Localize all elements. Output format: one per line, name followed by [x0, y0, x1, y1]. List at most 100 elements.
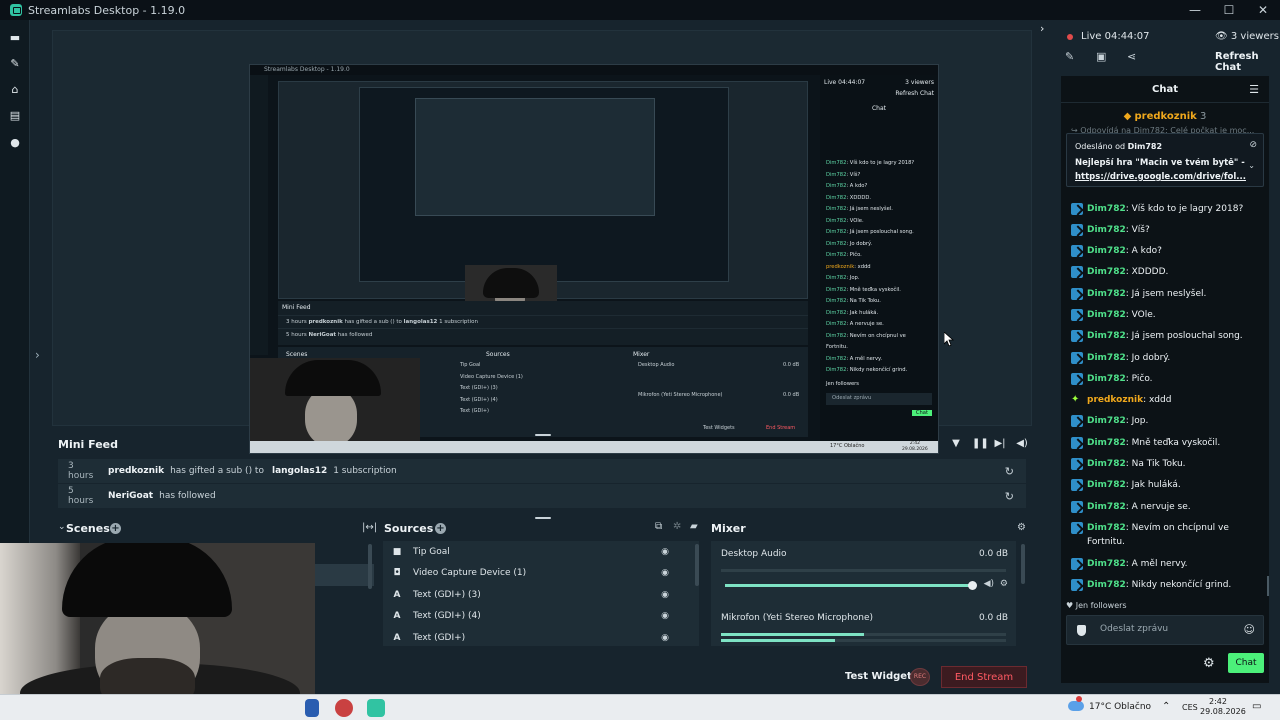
- mini-chat-user: Dim782: [826, 240, 847, 247]
- chat-username[interactable]: Dim782: [1087, 416, 1126, 426]
- chat-username[interactable]: Dim782: [1087, 459, 1126, 469]
- reply-link[interactable]: https://drive.google.com/drive/fol...: [1075, 172, 1247, 182]
- eye-icon[interactable]: ◉: [661, 590, 669, 600]
- add-scene-button[interactable]: +: [110, 523, 121, 534]
- chat-username[interactable]: Dim782: [1087, 267, 1126, 277]
- chat-username[interactable]: Dim782: [1087, 310, 1126, 320]
- prime-badge-icon: [1071, 202, 1083, 215]
- source-settings-icon[interactable]: ✲: [673, 521, 681, 532]
- replay-icon[interactable]: ↻: [1005, 490, 1014, 503]
- tray-chevron-icon[interactable]: ⌃: [1162, 701, 1170, 712]
- streamlabs-taskbar-icon[interactable]: [367, 699, 385, 717]
- skip-icon[interactable]: ▶|: [994, 437, 1006, 451]
- emoji-icon[interactable]: ☺: [1244, 623, 1255, 636]
- chat-text: Já jsem neslyšel.: [1131, 288, 1207, 299]
- themes-icon[interactable]: ✎: [9, 58, 21, 70]
- chat-username[interactable]: Dim782: [1087, 353, 1126, 363]
- refresh-chat-button[interactable]: Refresh Chat: [1215, 51, 1280, 73]
- notification-icon[interactable]: ▭: [1252, 701, 1261, 712]
- taskbar-clock[interactable]: 2:42 29.08.2026: [1200, 697, 1246, 717]
- window-title: Streamlabs Desktop - 1.19.0: [28, 3, 186, 17]
- taskbar-weather[interactable]: 17°C Oblačno: [1089, 702, 1151, 712]
- end-stream-button[interactable]: End Stream: [941, 666, 1027, 688]
- add-source-button[interactable]: +: [435, 523, 446, 534]
- title-bar: Streamlabs Desktop - 1.19.0 — ☐ ✕: [0, 0, 1280, 20]
- rec-button[interactable]: REC: [910, 668, 930, 686]
- volume-slider-knob[interactable]: [968, 581, 977, 590]
- eye-icon[interactable]: ◉: [661, 633, 669, 643]
- chat-username[interactable]: Dim782: [1087, 225, 1126, 235]
- maximize-button[interactable]: ☐: [1212, 0, 1246, 20]
- edit-icon[interactable]: ✎: [1065, 50, 1074, 63]
- chat-settings-gear-icon[interactable]: ⚙: [1203, 656, 1215, 671]
- sources-scrollbar[interactable]: [695, 544, 699, 586]
- filter-icon[interactable]: ▼: [950, 437, 962, 451]
- chat-username[interactable]: Dim782: [1087, 374, 1126, 384]
- taskbar-app-icon[interactable]: [305, 699, 319, 717]
- eye-icon[interactable]: ◉: [661, 611, 669, 621]
- feed-target[interactable]: langolas12: [272, 466, 327, 476]
- chat-scrollbar[interactable]: [1267, 576, 1269, 596]
- layout-icon[interactable]: ▤: [9, 110, 21, 122]
- obs-record-icon[interactable]: [335, 699, 353, 717]
- mixer-settings-gear-icon[interactable]: ⚙: [1017, 522, 1026, 533]
- chat-username[interactable]: Dim782: [1087, 246, 1126, 256]
- mute-icon[interactable]: ◀): [984, 579, 994, 589]
- pinned-user-name[interactable]: predkoznik: [1135, 111, 1197, 122]
- source-item[interactable]: A Text (GDI+) ◉: [383, 627, 699, 649]
- replay-icon[interactable]: ↻: [1005, 465, 1014, 478]
- minimize-button[interactable]: —: [1178, 0, 1212, 20]
- chat-username[interactable]: Dim782: [1087, 204, 1126, 214]
- chat-username[interactable]: Dim782: [1087, 331, 1126, 341]
- test-widgets-button[interactable]: Test Widgets: [845, 671, 918, 682]
- chat-users-icon[interactable]: ☰: [1249, 83, 1259, 96]
- mini-source-item: Text (GDI+) (4): [460, 396, 498, 403]
- collapse-chevron-icon[interactable]: ⌄: [58, 522, 66, 532]
- expand-chevron-icon[interactable]: ›: [35, 348, 40, 362]
- chat-username[interactable]: Dim782: [1087, 480, 1126, 490]
- chat-username[interactable]: Dim782: [1087, 438, 1126, 448]
- collapse-chevron-icon[interactable]: ›: [1040, 22, 1044, 35]
- source-item[interactable]: ■ Tip Goal ◉: [383, 541, 699, 563]
- feed-user[interactable]: NeriGoat: [108, 491, 153, 501]
- reply-from-user[interactable]: Dim782: [1128, 142, 1162, 151]
- eye-icon[interactable]: ◉: [661, 568, 669, 578]
- source-item[interactable]: A Text (GDI+) (3) ◉: [383, 584, 699, 606]
- chat-username[interactable]: Dim782: [1087, 289, 1126, 299]
- chevron-down-icon[interactable]: ⌄: [1248, 161, 1255, 170]
- folder-icon[interactable]: ▰: [690, 521, 698, 532]
- chat-username[interactable]: Dim782: [1087, 580, 1126, 590]
- chat-input[interactable]: Odeslat zprávu ☺: [1066, 615, 1264, 645]
- eye-icon[interactable]: ◉: [661, 547, 669, 557]
- chat-username[interactable]: Dim782: [1087, 523, 1126, 533]
- store-icon[interactable]: ⌂: [9, 84, 21, 96]
- chat-send-button[interactable]: Chat: [1228, 653, 1264, 673]
- volume-icon[interactable]: ◀): [1016, 437, 1028, 451]
- stream-preview[interactable]: Streamlabs Desktop - 1.19.0 Mini Feed 3 …: [52, 30, 1032, 454]
- taskbar-language[interactable]: CES: [1182, 703, 1198, 712]
- play-icon[interactable]: ●: [9, 137, 21, 149]
- popout-icon[interactable]: ▣: [1096, 50, 1106, 63]
- channel-gear-icon[interactable]: ⚙: [1000, 579, 1008, 589]
- volume-slider[interactable]: [725, 581, 977, 590]
- chat-username[interactable]: Dim782: [1087, 502, 1126, 512]
- pause-icon[interactable]: ❚❚: [972, 437, 989, 451]
- mixer-scrollbar[interactable]: [1021, 544, 1025, 584]
- mini-chat-lines: Dim782: Víš kdo to je lagry 2018? Dim782…: [820, 158, 938, 377]
- studio-icon[interactable]: ▬: [9, 32, 21, 44]
- scenes-scrollbar[interactable]: [368, 544, 372, 589]
- chat-username[interactable]: Dim782: [1087, 559, 1126, 569]
- hide-icon[interactable]: ⊘: [1249, 140, 1257, 150]
- source-item[interactable]: A Text (GDI+) (4) ◉: [383, 606, 699, 628]
- panel-resize-icon[interactable]: |↔|: [362, 522, 377, 533]
- feed-user[interactable]: predkoznik: [108, 466, 164, 476]
- prime-badge-icon: [1071, 458, 1083, 471]
- share-icon[interactable]: ⋖: [1127, 50, 1136, 63]
- source-group-icon[interactable]: ⧉: [655, 521, 662, 532]
- chat-username[interactable]: predkoznik: [1087, 395, 1143, 405]
- scene-row-selected[interactable]: [314, 564, 374, 586]
- chat-text: Víš?: [1131, 224, 1150, 235]
- close-button[interactable]: ✕: [1246, 0, 1280, 20]
- mini-chat-user: Dim782: [826, 321, 847, 327]
- source-item[interactable]: ◘ Video Capture Device (1) ◉: [383, 563, 699, 585]
